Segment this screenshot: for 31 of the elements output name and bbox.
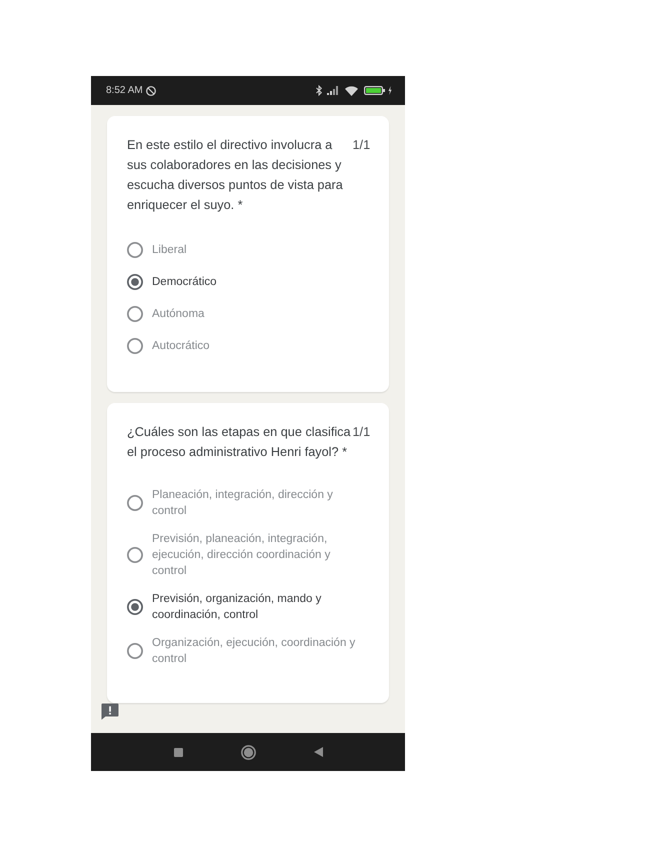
radio-button[interactable] xyxy=(127,242,143,258)
option-label: Previsión, organización, mando y coordinación, control xyxy=(152,592,322,623)
option-label: Previsión, planeación, integración, ejecución, dirección coordinación y control xyxy=(152,532,332,579)
do-not-disturb-icon xyxy=(146,86,156,96)
bluetooth-icon xyxy=(316,85,322,96)
question-text: ¿Cuáles son las etapas en que clasifica el proceso administrativo Henri fayol? * xyxy=(127,424,352,461)
score-label: 1/1 xyxy=(352,137,370,154)
score-label: 1/1 xyxy=(352,424,370,441)
clock-time: 8:52 AM xyxy=(106,84,143,96)
radio-button[interactable] xyxy=(127,547,143,563)
radio-button[interactable] xyxy=(127,495,143,511)
option-label: Liberal xyxy=(152,243,188,258)
square-recents-icon[interactable] xyxy=(174,748,182,756)
signal-bars-icon xyxy=(327,86,339,95)
option-label: Autónoma xyxy=(152,307,206,322)
option-label: Planeación, integración, dirección y control xyxy=(152,488,334,519)
option-label: Democrático xyxy=(152,275,218,290)
wifi-icon xyxy=(345,86,358,96)
radio-button[interactable] xyxy=(127,274,143,290)
feedback-icon[interactable] xyxy=(101,703,119,720)
battery-icon xyxy=(364,86,385,95)
radio-button[interactable] xyxy=(127,338,143,354)
charging-bolt-icon xyxy=(388,86,392,95)
radio-button[interactable] xyxy=(127,599,143,615)
option-label: Autocrático xyxy=(152,339,211,354)
question-text: En este estilo el directivo involucra a sus colaboradores en las decisiones y escucha diversos puntos de vista para enriquecer el suyo. * xyxy=(127,137,344,214)
option-label: Organización, ejecución, coordinación y control xyxy=(152,636,356,667)
circle-home-icon[interactable] xyxy=(240,744,256,760)
radio-button[interactable] xyxy=(127,306,143,322)
radio-button[interactable] xyxy=(127,643,143,659)
triangle-back-icon[interactable] xyxy=(314,747,322,757)
